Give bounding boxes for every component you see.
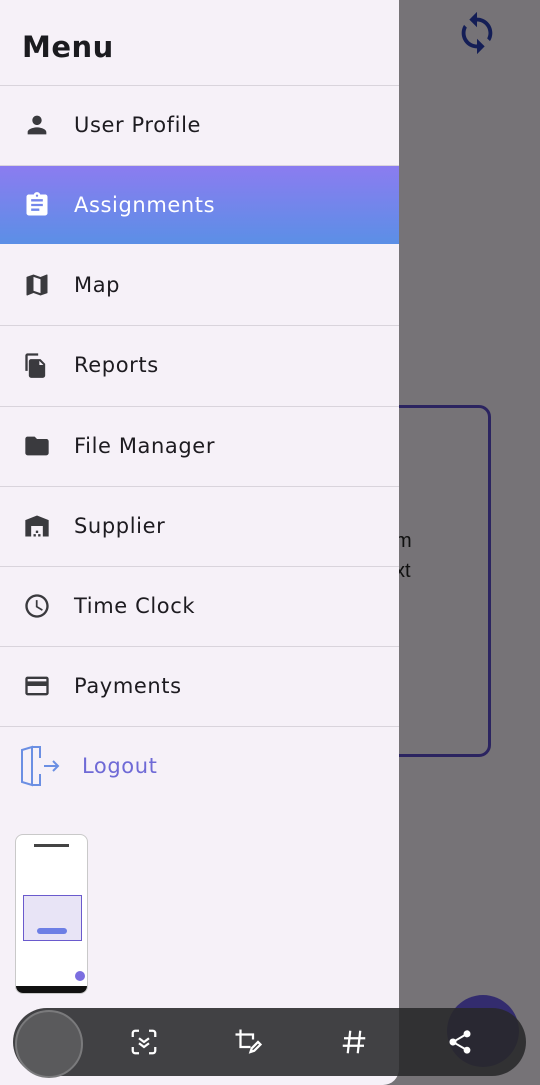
drawer-item-payments[interactable]: Payments [0,647,399,725]
clipboard-icon [22,190,52,220]
drawer-item-label: Assignments [74,193,216,217]
drawer-item-user-profile[interactable]: User Profile [0,86,399,164]
logout-icon [18,744,62,788]
person-icon [22,110,52,140]
screenshot-preview-thumbnail[interactable] [15,834,88,994]
thumbnail-fab [75,971,85,981]
drawer-item-map[interactable]: Map [0,246,399,324]
drawer-item-assignments[interactable]: Assignments [0,166,399,244]
thumbnail-button [37,928,67,934]
documents-icon [22,350,52,380]
thumbnail-card [23,895,82,941]
drawer-item-supplier[interactable]: Supplier [0,487,399,565]
drawer-item-label: Reports [74,353,159,377]
folder-icon [22,431,52,461]
logout-button[interactable]: Logout [0,727,399,805]
screenshot-toolbar [13,1008,526,1078]
thumbnail-title-line [34,844,69,847]
map-icon [22,270,52,300]
drawer-item-label: Time Clock [74,594,196,618]
toolbar-preview-thumbnail[interactable] [15,1010,83,1078]
drawer-item-label: File Manager [74,434,216,458]
drawer-item-label: Supplier [74,514,166,538]
drawer-item-reports[interactable]: Reports [0,326,399,404]
scan-icon[interactable] [124,1022,164,1062]
drawer-item-label: Payments [74,674,182,698]
drawer-item-time-clock[interactable]: Time Clock [0,567,399,645]
share-icon[interactable] [440,1022,480,1062]
warehouse-icon [22,511,52,541]
drawer-title: Menu [22,30,114,64]
thumbnail-navbar [16,986,87,993]
navigation-drawer: Menu User Profile Assignments Map Report… [0,0,399,1085]
drawer-item-label: User Profile [74,113,202,137]
crop-edit-icon[interactable] [228,1022,268,1062]
hashtag-icon[interactable] [334,1022,374,1062]
drawer-item-file-manager[interactable]: File Manager [0,407,399,485]
clock-icon [22,591,52,621]
drawer-item-label: Map [74,273,121,297]
wallet-icon [22,671,52,701]
drawer-item-label: Logout [82,754,158,778]
